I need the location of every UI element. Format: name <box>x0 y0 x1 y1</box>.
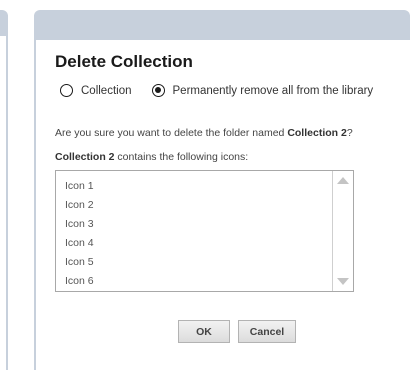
list-item[interactable]: Icon 6 <box>65 274 94 293</box>
list-item[interactable]: Icon 5 <box>65 255 94 274</box>
list-item[interactable]: Icon 1 <box>65 179 94 198</box>
radio-checked-icon[interactable] <box>151 84 165 97</box>
radio-collection-label: Collection <box>81 84 132 97</box>
icons-listbox[interactable]: Icon 1 Icon 2 Icon 3 Icon 4 Icon 5 Icon … <box>55 170 354 292</box>
confirmation-question: Are you sure you want to delete the fold… <box>55 127 353 139</box>
scroll-up-arrow-icon[interactable] <box>333 173 353 188</box>
question-prefix: Are you sure you want to delete the fold… <box>55 127 288 139</box>
list-item[interactable]: Icon 4 <box>65 236 94 255</box>
ok-button[interactable]: OK <box>178 320 230 343</box>
radio-collection-only[interactable]: Collection <box>60 84 132 97</box>
contains-collection-name: Collection 2 <box>55 151 115 163</box>
list-item[interactable]: Icon 2 <box>65 198 94 217</box>
contains-suffix: contains the following icons: <box>114 151 249 163</box>
list-item[interactable]: Icon 3 <box>65 217 94 236</box>
radio-permanently-remove-label: Permanently remove all from the library <box>172 84 374 97</box>
dialog-title: Delete Collection <box>55 52 193 71</box>
radio-permanently-remove[interactable]: Permanently remove all from the library <box>151 84 374 97</box>
question-collection-name: Collection 2 <box>287 127 347 139</box>
question-suffix: ? <box>346 127 353 139</box>
scroll-down-arrow-icon[interactable] <box>333 274 353 289</box>
radio-unchecked-icon[interactable] <box>60 84 73 97</box>
delete-mode-radio-group: Collection Permanently remove all from t… <box>60 84 373 97</box>
cancel-button[interactable]: Cancel <box>238 320 296 343</box>
list-scrollbar[interactable] <box>332 171 353 291</box>
icons-list: Icon 1 Icon 2 Icon 3 Icon 4 Icon 5 Icon … <box>65 179 94 293</box>
background-window-body <box>0 36 6 370</box>
contains-text: Collection 2 contains the following icon… <box>55 151 248 163</box>
